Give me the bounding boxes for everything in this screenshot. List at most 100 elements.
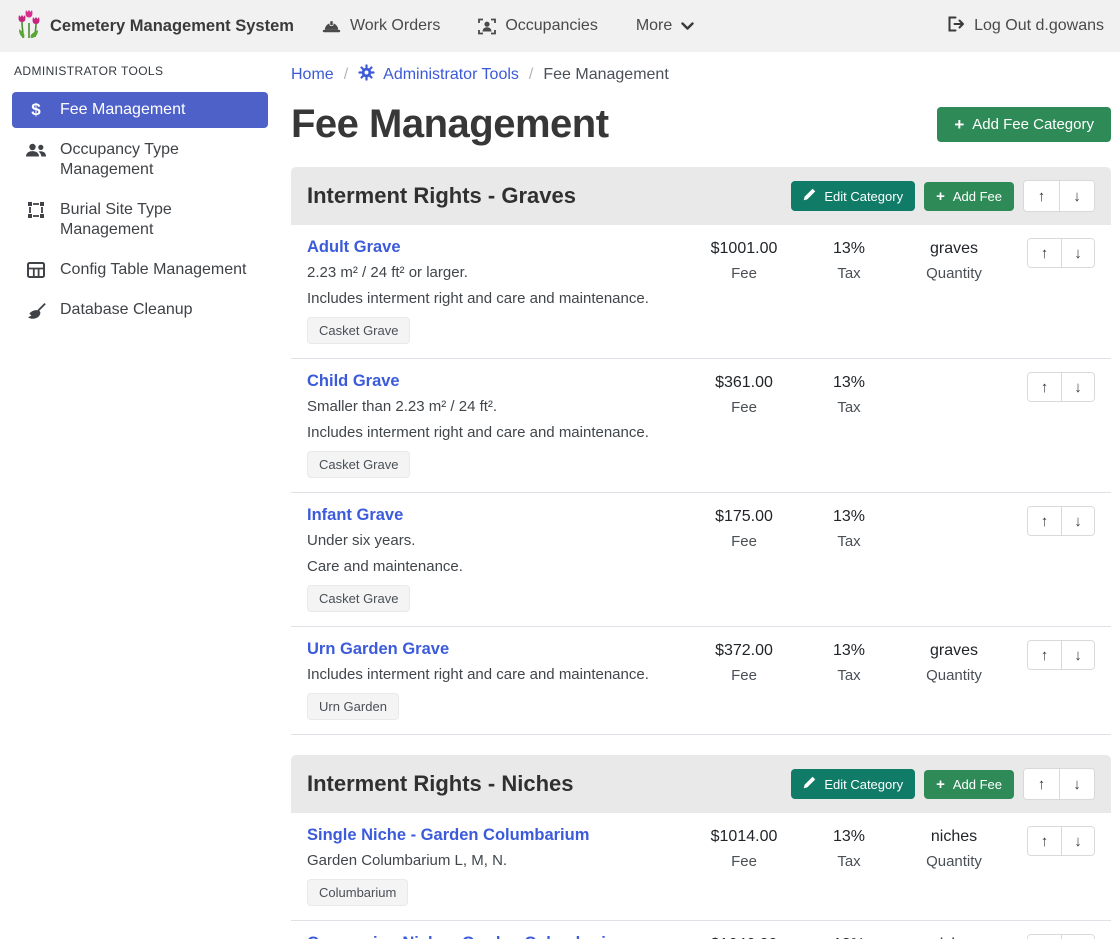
gear-icon: [358, 64, 375, 86]
fee-reorder-buttons: ↑ ↓: [1027, 372, 1095, 402]
breadcrumb-home-link[interactable]: Home: [291, 66, 334, 84]
fee-category-list: Interment Rights - Graves Edit Category …: [291, 167, 1111, 939]
move-fee-up-button[interactable]: ↑: [1028, 935, 1061, 939]
sidebar-item-fee-management[interactable]: $ Fee Management: [12, 92, 268, 128]
plus-icon: +: [936, 777, 945, 792]
tax-label: Tax: [799, 533, 899, 550]
sidebar-item-config-table-management[interactable]: Config Table Management: [12, 252, 268, 288]
breadcrumb-admin-tools-link[interactable]: Administrator Tools: [358, 64, 519, 86]
occupancy-icon: [478, 18, 496, 35]
quantity-value: niches: [899, 828, 1009, 846]
move-fee-up-button[interactable]: ↑: [1028, 641, 1061, 669]
edit-category-button[interactable]: Edit Category: [791, 769, 915, 799]
quantity-column: graves Quantity: [899, 640, 1009, 684]
chevron-down-icon: [681, 22, 694, 31]
fee-category-card: Interment Rights - Graves Edit Category …: [291, 167, 1111, 735]
vector-square-icon: [24, 200, 48, 220]
move-category-down-button[interactable]: ↓: [1059, 769, 1094, 799]
app-brand[interactable]: Cemetery Management System: [16, 9, 294, 44]
fee-name-link[interactable]: Companion Niche - Garden Columbarium: [307, 934, 631, 939]
fee-category-card: Interment Rights - Niches Edit Category …: [291, 755, 1111, 939]
edit-category-button[interactable]: Edit Category: [791, 181, 915, 211]
quantity-column: [899, 372, 1009, 381]
fee-description: Garden Columbarium L, M, N.: [307, 852, 689, 869]
sidebar-item-occupancy-type-management[interactable]: Occupancy Type Management: [12, 132, 268, 188]
fee-name-link[interactable]: Adult Grave: [307, 238, 401, 257]
nav-more[interactable]: More: [636, 17, 694, 35]
dollar-icon: $: [24, 100, 48, 120]
sidebar-item-label: Burial Site Type Management: [60, 200, 256, 240]
move-fee-down-button[interactable]: ↓: [1061, 827, 1094, 855]
add-fee-button[interactable]: + Add Fee: [924, 770, 1014, 799]
fee-category-header: Interment Rights - Niches Edit Category …: [291, 755, 1111, 813]
fee-amount-column: $175.00 Fee: [689, 506, 799, 550]
sidebar-item-label: Config Table Management: [60, 260, 247, 280]
fee-reorder-buttons: ↑ ↓: [1027, 238, 1095, 268]
move-category-down-button[interactable]: ↓: [1059, 181, 1094, 211]
logout-button[interactable]: Log Out d.gowans: [947, 16, 1104, 37]
fee-amount: $1001.00: [689, 240, 799, 258]
tax-column: 13% Tax: [799, 640, 899, 684]
move-category-up-button[interactable]: ↑: [1024, 769, 1059, 799]
move-category-up-button[interactable]: ↑: [1024, 181, 1059, 211]
tax-column: 13% Tax: [799, 826, 899, 870]
fee-amount-label: Fee: [689, 533, 799, 550]
sidebar-item-burial-site-type-management[interactable]: Burial Site Type Management: [12, 192, 268, 248]
fee-row: Infant Grave Under six years.Care and ma…: [291, 493, 1111, 627]
sidebar-item-database-cleanup[interactable]: Database Cleanup: [12, 292, 268, 328]
logout-icon: [947, 16, 965, 37]
edit-category-label: Edit Category: [824, 189, 903, 204]
move-fee-down-button[interactable]: ↓: [1061, 507, 1094, 535]
fee-amount: $1014.00: [689, 828, 799, 846]
fee-amount-column: $361.00 Fee: [689, 372, 799, 416]
fee-name-link[interactable]: Urn Garden Grave: [307, 640, 449, 659]
fee-type-badge: Casket Grave: [307, 585, 410, 612]
fee-name-link[interactable]: Infant Grave: [307, 506, 403, 525]
quantity-column: graves Quantity: [899, 238, 1009, 282]
add-fee-category-button[interactable]: + Add Fee Category: [937, 107, 1111, 142]
sidebar: ADMINISTRATOR TOOLS $ Fee Management Occ…: [0, 52, 280, 328]
move-fee-down-button[interactable]: ↓: [1061, 641, 1094, 669]
add-fee-label: Add Fee: [953, 777, 1002, 792]
fee-amount: $372.00: [689, 642, 799, 660]
fee-reorder-buttons: ↑ ↓: [1027, 506, 1095, 536]
tax-column: 13% Tax: [799, 238, 899, 282]
fee-type-badge: Columbarium: [307, 879, 408, 906]
fee-category-header: Interment Rights - Graves Edit Category …: [291, 167, 1111, 225]
fee-description: Smaller than 2.23 m² / 24 ft².: [307, 398, 689, 415]
tax-column: 13% Tax: [799, 934, 899, 939]
quantity-label: Quantity: [899, 265, 1009, 282]
quantity-value: graves: [899, 240, 1009, 258]
fee-name-link[interactable]: Single Niche - Garden Columbarium: [307, 826, 589, 845]
nav-work-orders[interactable]: Work Orders: [322, 17, 440, 35]
move-fee-up-button[interactable]: ↑: [1028, 373, 1061, 401]
category-title: Interment Rights - Graves: [307, 183, 576, 209]
edit-category-label: Edit Category: [824, 777, 903, 792]
fee-amount-column: $1646.00 Fee: [689, 934, 799, 939]
plus-icon: +: [936, 189, 945, 204]
tax-label: Tax: [799, 853, 899, 870]
move-fee-down-button[interactable]: ↓: [1061, 373, 1094, 401]
nav-occupancies[interactable]: Occupancies: [478, 17, 598, 35]
move-fee-up-button[interactable]: ↑: [1028, 827, 1061, 855]
add-fee-category-label: Add Fee Category: [972, 116, 1094, 133]
sidebar-item-label: Fee Management: [60, 100, 185, 120]
fee-amount-label: Fee: [689, 399, 799, 416]
move-fee-up-button[interactable]: ↑: [1028, 507, 1061, 535]
move-fee-down-button[interactable]: ↓: [1061, 239, 1094, 267]
fee-amount-label: Fee: [689, 265, 799, 282]
page-title: Fee Management: [291, 102, 609, 147]
move-fee-down-button[interactable]: ↓: [1061, 935, 1094, 939]
fee-type-badge: Urn Garden: [307, 693, 399, 720]
fee-name-link[interactable]: Child Grave: [307, 372, 400, 391]
breadcrumb-current: Fee Management: [543, 66, 668, 84]
fee-description: 2.23 m² / 24 ft² or larger.: [307, 264, 689, 281]
quantity-column: [899, 506, 1009, 515]
fee-amount: $175.00: [689, 508, 799, 526]
nav-item-label: More: [636, 17, 672, 35]
move-fee-up-button[interactable]: ↑: [1028, 239, 1061, 267]
add-fee-button[interactable]: + Add Fee: [924, 182, 1014, 211]
pencil-icon: [803, 776, 816, 792]
breadcrumb-separator: /: [529, 66, 533, 84]
category-reorder-buttons: ↑ ↓: [1023, 180, 1095, 212]
